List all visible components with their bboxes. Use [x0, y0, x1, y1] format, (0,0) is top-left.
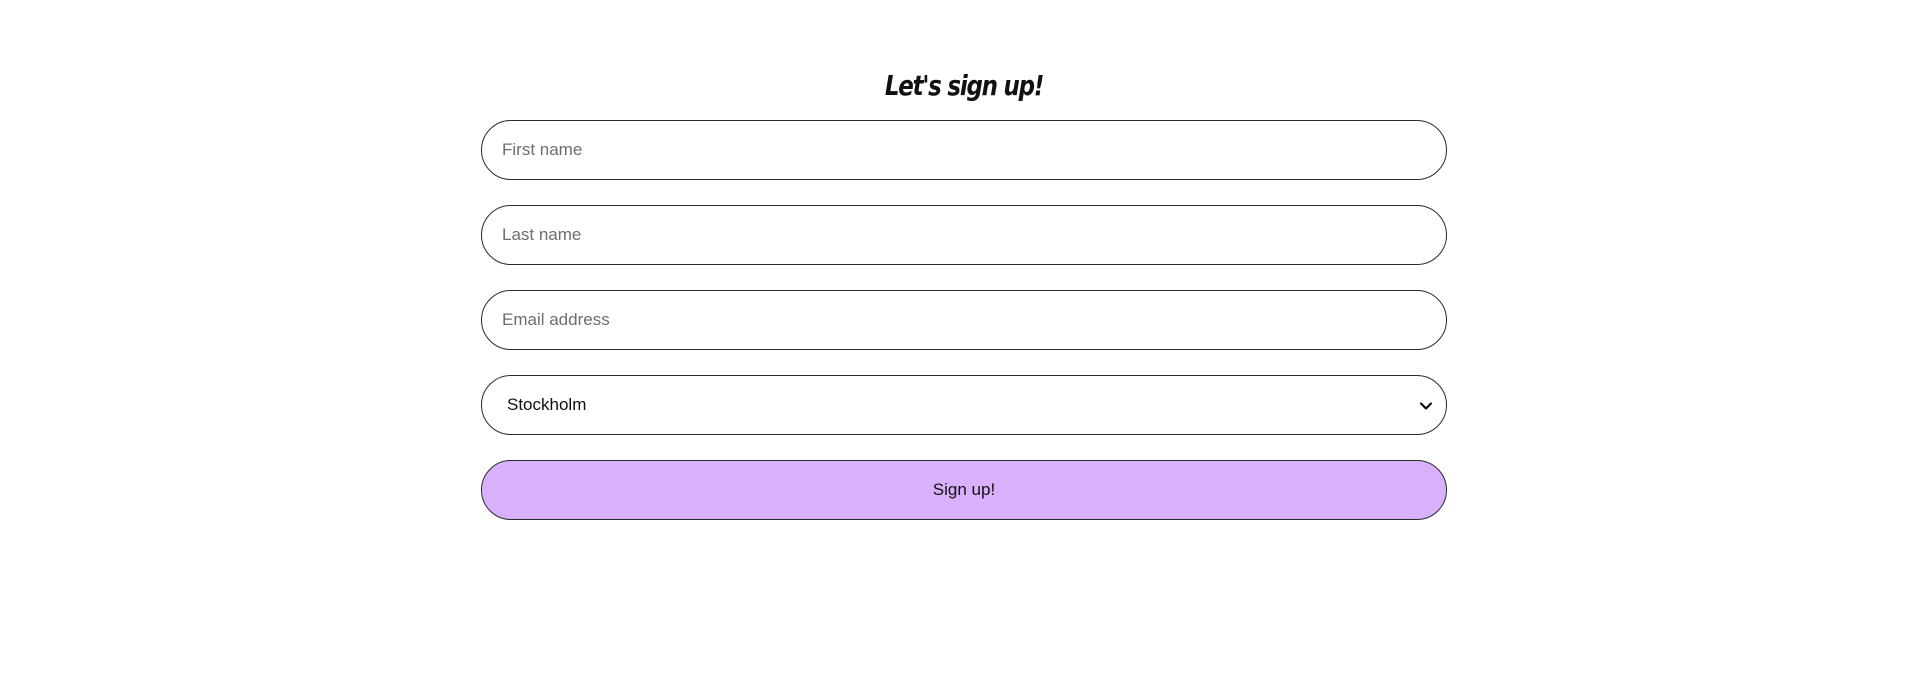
city-select-wrapper: Stockholm: [481, 375, 1447, 435]
chevron-down-icon: [1419, 398, 1433, 412]
signup-form: Let's sign up! Stockholm Sign up!: [481, 60, 1447, 520]
last-name-field[interactable]: [481, 205, 1447, 265]
chevron-down-icon-graphic: [1419, 402, 1433, 410]
city-select-value: Stockholm: [507, 395, 587, 414]
form-title: Let's sign up!: [884, 69, 1044, 102]
page: Let's sign up! Stockholm Sign up!: [0, 0, 1918, 673]
first-name-field[interactable]: [481, 120, 1447, 180]
city-select[interactable]: Stockholm: [481, 375, 1447, 435]
sign-up-button[interactable]: Sign up!: [481, 460, 1447, 520]
email-field[interactable]: [481, 290, 1447, 350]
